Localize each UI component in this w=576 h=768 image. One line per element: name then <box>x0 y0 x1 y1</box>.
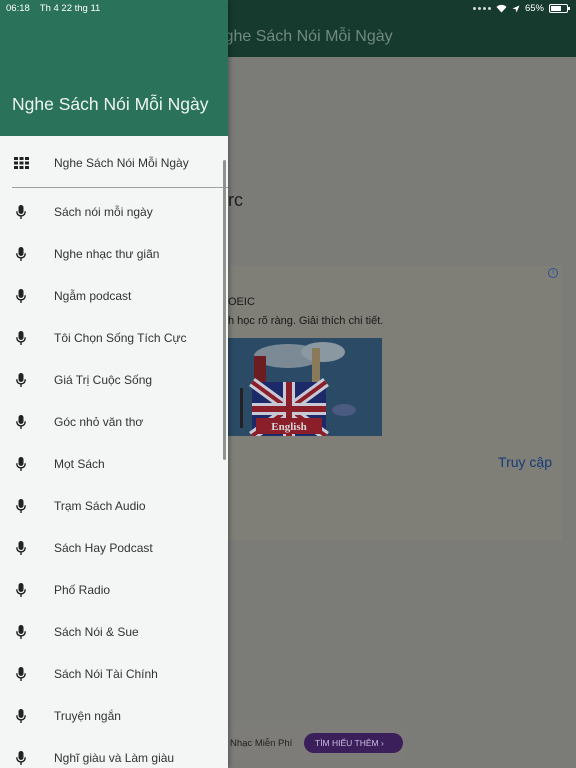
drawer-item-label: Ngẫm podcast <box>54 289 132 303</box>
microphone-icon <box>0 247 54 261</box>
bottom-banner-ad[interactable]: Nhạc Miễn Phí TÌM HIỂU THÊM › <box>228 726 406 760</box>
drawer-item-5[interactable]: Giá Trị Cuộc Sống <box>0 359 228 401</box>
drawer-item-home[interactable]: Nghe Sách Nói Mỗi Ngày <box>0 142 228 184</box>
drawer-menu-list: Sách nói mỗi ngày Nghe nhạc thư giãn Ngẫ… <box>0 191 228 768</box>
app-bar-title: Nghe Sách Nói Mỗi Ngày <box>213 28 393 45</box>
drawer-item-1[interactable]: Sách nói mỗi ngày <box>0 191 228 233</box>
ad-info-icon[interactable]: i <box>548 268 558 278</box>
ad-card[interactable]: i OEIC h học rõ ràng. Giải thích chi tiế… <box>228 266 562 540</box>
status-date: Th 4 22 thg 11 <box>39 3 101 14</box>
drawer-item-label: Nghe nhạc thư giãn <box>54 247 160 261</box>
signal-dots-icon <box>472 7 491 10</box>
status-bar: 06:18 Th 4 22 thg 11 65% <box>0 0 576 17</box>
drawer-item-3[interactable]: Ngẫm podcast <box>0 275 228 317</box>
drawer-item-label: Mọt Sách <box>54 457 105 471</box>
navigation-drawer[interactable]: Nghe Sách Nói Mỗi Ngày Nghe Sách Nói Mỗi… <box>0 0 228 768</box>
drawer-item-label: Nghĩ giàu và Làm giàu <box>54 751 175 765</box>
drawer-item-label: Sách nói mỗi ngày <box>54 205 153 219</box>
english-flag-bag-illustration: English <box>228 338 382 436</box>
microphone-icon <box>0 415 54 429</box>
drawer-item-label: Sách Hay Podcast <box>54 541 153 555</box>
drawer-item-14[interactable]: Nghĩ giàu và Làm giàu <box>0 737 228 768</box>
location-arrow-icon <box>512 5 520 12</box>
microphone-icon <box>0 541 54 555</box>
ad-headline: OEIC <box>228 296 255 308</box>
ad-image[interactable]: English <box>228 338 382 436</box>
microphone-icon <box>0 499 54 513</box>
bottom-ad-text: Nhạc Miễn Phí <box>230 738 293 749</box>
drawer-divider <box>12 187 228 188</box>
drawer-item-8[interactable]: Trạm Sách Audio <box>0 485 228 527</box>
battery-icon <box>549 4 570 13</box>
microphone-icon <box>0 373 54 387</box>
ad-visit-link[interactable]: Truy cập <box>498 454 552 470</box>
drawer-item-9[interactable]: Sách Hay Podcast <box>0 527 228 569</box>
status-time: 06:18 <box>6 3 30 14</box>
drawer-item-label: Góc nhỏ văn thơ <box>54 415 144 429</box>
drawer-item-label: Sách Nói & Sue <box>54 625 139 639</box>
wifi-icon <box>496 4 507 13</box>
grid-icon <box>0 157 54 169</box>
drawer-item-12[interactable]: Sách Nói Tài Chính <box>0 653 228 695</box>
microphone-icon <box>0 709 54 723</box>
microphone-icon <box>0 583 54 597</box>
drawer-item-label: Sách Nói Tài Chính <box>54 667 158 681</box>
drawer-title: Nghe Sách Nói Mỗi Ngày <box>12 94 209 114</box>
drawer-item-4[interactable]: Tôi Chọn Sống Tích Cực <box>0 317 228 359</box>
drawer-item-label: Tôi Chọn Sống Tích Cực <box>54 331 187 345</box>
drawer-header: Nghe Sách Nói Mỗi Ngày <box>0 0 228 136</box>
drawer-item-label: Nghe Sách Nói Mỗi Ngày <box>54 156 189 170</box>
drawer-item-2[interactable]: Nghe nhạc thư giãn <box>0 233 228 275</box>
microphone-icon <box>0 205 54 219</box>
battery-percent: 65% <box>524 3 544 14</box>
drawer-item-label: Truyện ngắn <box>54 709 121 723</box>
microphone-icon <box>0 625 54 639</box>
ad-image-text: English <box>271 421 306 433</box>
drawer-scrollbar[interactable] <box>223 160 226 460</box>
drawer-item-label: Giá Trị Cuộc Sống <box>54 373 153 387</box>
microphone-icon <box>0 751 54 765</box>
microphone-icon <box>0 457 54 471</box>
ad-description: h học rõ ràng. Giải thích chi tiết. <box>228 315 384 327</box>
learn-more-button[interactable]: TÌM HIỂU THÊM › <box>304 733 403 753</box>
microphone-icon <box>0 667 54 681</box>
drawer-item-7[interactable]: Mọt Sách <box>0 443 228 485</box>
drawer-item-label: Trạm Sách Audio <box>54 499 146 513</box>
drawer-item-label: Phố Radio <box>54 583 111 597</box>
drawer-item-13[interactable]: Truyện ngắn <box>0 695 228 737</box>
drawer-item-10[interactable]: Phố Radio <box>0 569 228 611</box>
microphone-icon <box>0 331 54 345</box>
learn-more-label: TÌM HIỂU THÊM <box>315 738 379 748</box>
drawer-item-6[interactable]: Góc nhỏ văn thơ <box>0 401 228 443</box>
content-heading-fragment: rc <box>228 190 243 210</box>
microphone-icon <box>0 289 54 303</box>
drawer-item-11[interactable]: Sách Nói & Sue <box>0 611 228 653</box>
